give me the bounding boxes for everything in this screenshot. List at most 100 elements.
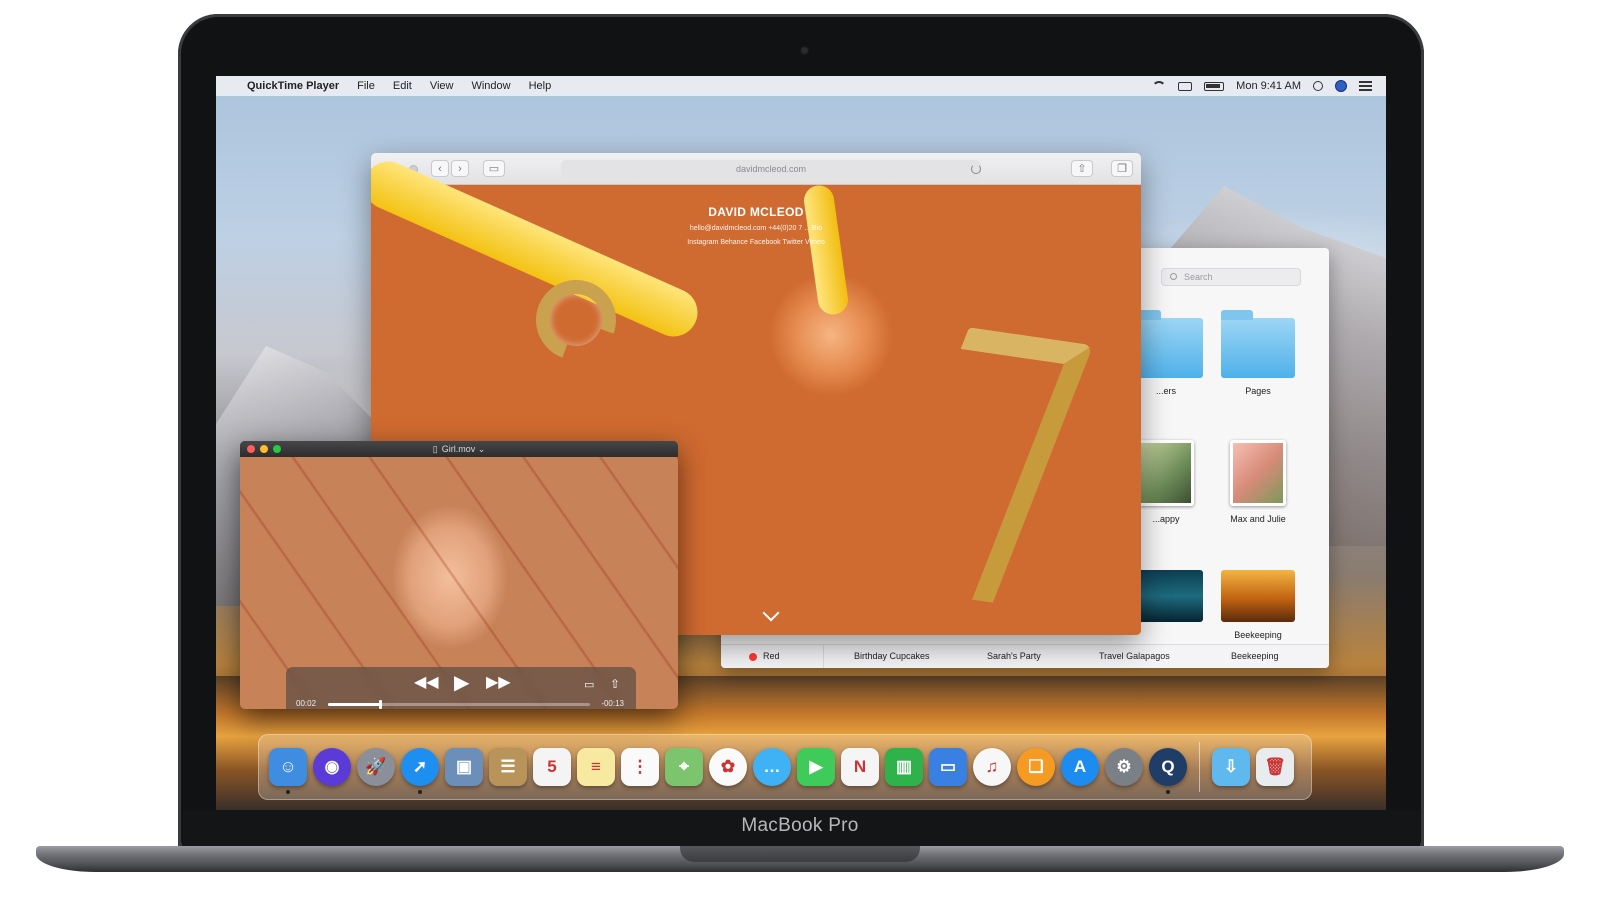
facetime-icon[interactable]: ▶ xyxy=(797,748,835,786)
app-store-icon[interactable]: A xyxy=(1061,748,1099,786)
menu-window[interactable]: Window xyxy=(462,80,519,92)
artwork-tube xyxy=(802,183,850,317)
finder-tag-label[interactable]: Sarah's Party xyxy=(987,651,1041,661)
movie-file-icon: ▯ xyxy=(432,443,438,454)
desktop-screen: QuickTime Player File Edit View Window H… xyxy=(216,76,1386,810)
scrubber-progress xyxy=(328,703,381,706)
rewind-icon[interactable]: ◀◀ xyxy=(414,675,439,691)
battery-icon[interactable] xyxy=(1204,81,1225,91)
finder-search-field[interactable]: Search xyxy=(1161,268,1301,286)
scrubber-track[interactable] xyxy=(328,700,590,709)
contacts-icon[interactable]: ☰ xyxy=(489,748,527,786)
elapsed-time: 00:02 xyxy=(296,699,317,708)
tabs-overview-button[interactable]: ❐ xyxy=(1111,160,1133,177)
finder-item[interactable]: Beekeeping xyxy=(1203,570,1313,640)
reminders-icon[interactable]: ⋮ xyxy=(621,748,659,786)
share-icon[interactable]: ⇧ xyxy=(610,676,620,692)
photos-icon[interactable]: ✿ xyxy=(709,748,747,786)
photo-browser-icon[interactable]: ▣ xyxy=(445,748,483,786)
dock-divider xyxy=(1199,742,1200,792)
quicktime-window: ▯ Girl.mov ⌄ ◀◀ ▶ ▶▶ ▭ ⇧ 00:02 -00:13 xyxy=(240,441,678,709)
siri-icon[interactable]: ◉ xyxy=(313,748,351,786)
downloads-folder-icon[interactable]: ⇩ xyxy=(1212,748,1250,786)
fast-forward-icon[interactable]: ▶▶ xyxy=(486,675,511,691)
menu-clock[interactable]: Mon 9:41 AM xyxy=(1236,80,1301,92)
play-button[interactable]: ▶ xyxy=(454,673,469,693)
itunes-icon[interactable]: ♫ xyxy=(973,748,1011,786)
artwork-shape xyxy=(868,327,1094,603)
finder-tag-bar: Red Birthday Cupcakes Sarah's Party Trav… xyxy=(721,644,1329,668)
playback-controls: ◀◀ ▶ ▶▶ ▭ ⇧ 00:02 -00:13 xyxy=(286,667,636,709)
address-bar[interactable]: davidmcleod.com xyxy=(561,160,981,178)
address-text: davidmcleod.com xyxy=(735,164,807,174)
safari-toolbar: ‹ › ▭ davidmcleod.com ⇧ ❐ xyxy=(371,153,1141,185)
menu-app-name[interactable]: QuickTime Player xyxy=(238,80,348,92)
remaining-time: -00:13 xyxy=(601,699,624,708)
trash-icon[interactable]: 🗑 xyxy=(1256,748,1294,786)
red-tag-dot-icon xyxy=(749,653,757,661)
quicktime-icon[interactable]: Q xyxy=(1149,748,1187,794)
page-social-links[interactable]: Instagram Behance Facebook Twitter Vimeo xyxy=(371,239,1141,246)
close-button[interactable] xyxy=(247,445,255,453)
minimize-button[interactable] xyxy=(260,445,268,453)
reload-icon[interactable] xyxy=(971,164,981,174)
page-heading: DAVID MCLEOD xyxy=(708,205,804,219)
keynote-icon[interactable]: ▭ xyxy=(929,748,967,786)
finder-tag-label[interactable]: Travel Galapagos xyxy=(1099,651,1170,661)
menu-view[interactable]: View xyxy=(421,80,463,92)
news-icon[interactable]: N xyxy=(841,748,879,786)
share-button[interactable]: ⇧ xyxy=(1071,160,1093,177)
macbook-brand-label: MacBook Pro xyxy=(741,815,859,836)
wifi-icon[interactable] xyxy=(1152,81,1167,91)
sidebar-toggle-button[interactable]: ▭ xyxy=(483,160,505,177)
spotlight-search-icon[interactable] xyxy=(1313,81,1323,91)
scroll-down-chevron-icon[interactable] xyxy=(762,604,780,622)
menu-edit[interactable]: Edit xyxy=(384,80,421,92)
video-frame[interactable]: ◀◀ ▶ ▶▶ ▭ ⇧ 00:02 -00:13 xyxy=(240,457,678,709)
calendar-icon[interactable]: 5 xyxy=(533,748,571,786)
launchpad-icon[interactable]: 🚀 xyxy=(357,748,395,786)
finder-item[interactable]: Max and Julie xyxy=(1203,440,1313,524)
finder-tag-red[interactable]: Red xyxy=(763,651,780,661)
siri-menu-icon[interactable] xyxy=(1335,80,1347,92)
finder-item-label: Pages xyxy=(1245,386,1271,396)
laptop-opening-notch xyxy=(680,846,920,862)
back-button[interactable]: ‹ xyxy=(431,160,449,177)
running-indicator xyxy=(418,790,422,794)
running-indicator xyxy=(286,790,290,794)
finder-item-label: Max and Julie xyxy=(1230,514,1286,524)
notes-icon[interactable]: ≡ xyxy=(577,748,615,786)
photo-thumbnail xyxy=(1230,440,1286,506)
photo-thumbnail xyxy=(1138,440,1194,506)
camera-icon xyxy=(800,46,809,55)
airplay-video-icon[interactable]: ▭ xyxy=(584,677,594,693)
photo-thumbnail xyxy=(1221,570,1295,622)
notification-center-icon[interactable] xyxy=(1359,81,1372,91)
ibooks-icon[interactable]: ❑ xyxy=(1017,748,1055,786)
menu-extras: Mon 9:41 AM xyxy=(1152,80,1386,92)
safari-icon[interactable]: ➚ xyxy=(401,748,439,794)
menu-help[interactable]: Help xyxy=(520,80,561,92)
finder-search-placeholder: Search xyxy=(1184,272,1213,282)
search-icon xyxy=(1170,273,1177,280)
finder-tag-label[interactable]: Birthday Cupcakes xyxy=(854,651,930,661)
finder-item-label: Beekeeping xyxy=(1234,630,1282,640)
finder-item[interactable]: Pages xyxy=(1203,310,1313,396)
system-preferences-icon[interactable]: ⚙ xyxy=(1105,748,1143,786)
forward-button[interactable]: › xyxy=(451,160,469,177)
airplay-icon[interactable] xyxy=(1178,81,1193,91)
menu-file[interactable]: File xyxy=(348,80,384,92)
finder-icon[interactable]: ☺ xyxy=(269,748,307,794)
quicktime-titlebar[interactable]: ▯ Girl.mov ⌄ xyxy=(240,441,678,457)
numbers-icon[interactable]: ▥ xyxy=(885,748,923,786)
scrubber-knob[interactable] xyxy=(379,700,383,709)
zoom-button[interactable] xyxy=(273,445,281,453)
maps-icon[interactable]: ⌖ xyxy=(665,748,703,786)
finder-tag-label[interactable]: Beekeeping xyxy=(1231,651,1279,661)
divider xyxy=(823,645,824,668)
menu-bar: QuickTime Player File Edit View Window H… xyxy=(216,76,1386,96)
messages-icon[interactable]: … xyxy=(753,748,791,786)
quicktime-title[interactable]: Girl.mov ⌄ xyxy=(442,444,486,455)
pages-folder-icon xyxy=(1221,310,1295,378)
dock: ☺ ◉ 🚀 ➚ ▣ ☰ 5 ≡ ⋮ ⌖ ✿… ▶ N ▥ ▭ ♫ ❑ A ⚙ Q ⇩ 🗑 xyxy=(258,734,1312,800)
